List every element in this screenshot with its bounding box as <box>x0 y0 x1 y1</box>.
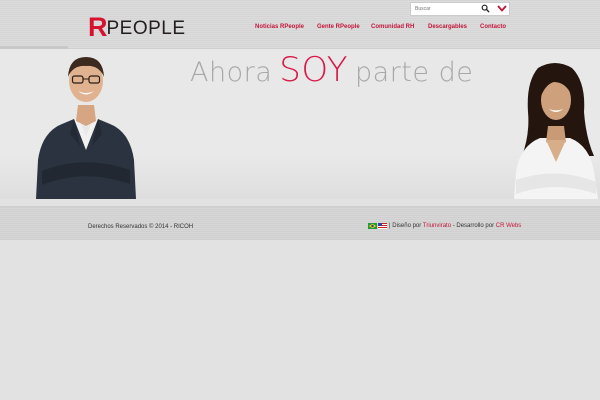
search-box <box>410 2 510 16</box>
design-prefix: Diseño por <box>392 223 422 229</box>
tagline-after: parte de <box>355 57 474 88</box>
tagline-highlight: SOY <box>279 50 349 90</box>
man-photo <box>36 57 136 199</box>
dev-credit-link[interactable]: CR Webs <box>496 223 522 229</box>
brazil-flag-icon[interactable] <box>368 223 377 229</box>
dev-prefix: - Desarrollo por <box>452 223 495 229</box>
chevron-down-icon[interactable] <box>497 4 507 13</box>
copyright-text: Derechos Reservados © 2014 - RICOH <box>88 224 194 230</box>
search-icon[interactable] <box>481 4 490 13</box>
credits-separator: | <box>389 223 391 229</box>
usa-flag-icon[interactable] <box>378 223 387 229</box>
nav-gente[interactable]: Gente RPeople <box>317 24 360 30</box>
tagline-before: Ahora <box>190 57 273 88</box>
search-input[interactable] <box>411 4 477 14</box>
nav-comunidad[interactable]: Comunidad RH <box>371 24 414 30</box>
nav-descargables[interactable]: Descargables <box>428 24 467 30</box>
main-nav: Noticias RPeople Gente RPeople Comunidad… <box>0 24 600 34</box>
woman-photo <box>514 63 598 199</box>
design-credit-link[interactable]: Triunvirato <box>423 223 451 229</box>
nav-contacto[interactable]: Contacto <box>480 24 506 30</box>
footer-credits: | Diseño por Triunvirato - Desarrollo po… <box>368 223 521 229</box>
nav-noticias[interactable]: Noticias RPeople <box>255 24 304 30</box>
